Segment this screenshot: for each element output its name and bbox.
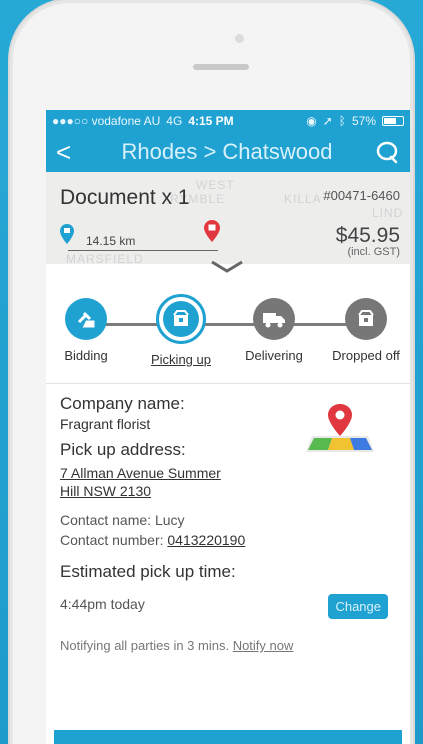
battery-icon: [382, 116, 404, 126]
notify-text: Notifying all parties in 3 mins.: [60, 638, 233, 653]
map-label: MARSFIELD: [66, 252, 144, 264]
contact-number-label: Contact number:: [60, 532, 168, 548]
dropoff-pin-icon: [204, 220, 220, 242]
camera-icon: [235, 34, 244, 43]
contact-number-row: Contact number: 0413220190: [60, 530, 396, 550]
step-picking-up[interactable]: Picking up: [136, 294, 226, 367]
nav-bar: < Rhodes > Chatswood: [46, 132, 410, 172]
clock: 4:15 PM: [188, 114, 234, 128]
notify-message: Notifying all parties in 3 mins. Notify …: [60, 638, 396, 653]
location-icon: ◉: [306, 114, 317, 128]
step-label: Delivering: [245, 348, 303, 363]
route-map[interactable]: WEST RYMBLE KILLA LIND MARSFIELD Documen…: [46, 172, 410, 264]
step-delivering[interactable]: Delivering: [229, 298, 319, 363]
network-label: 4G: [166, 114, 183, 128]
order-number: #00471-6460: [323, 188, 400, 203]
distance-label: 14.15 km: [86, 234, 136, 248]
bottom-notch: [216, 708, 260, 730]
speaker-grille: [193, 64, 249, 70]
pickup-time-row: 4:44pm today Change: [60, 594, 396, 622]
chevron-down-icon[interactable]: [210, 260, 244, 274]
arrow-icon: ➚: [322, 114, 333, 128]
notify-now-link[interactable]: Notify now: [233, 638, 294, 653]
step-label: Dropped off: [332, 348, 400, 363]
box-icon: [156, 294, 206, 344]
carrier-label: ●●●○○ vodafone AU: [52, 114, 161, 128]
pickup-time: 4:44pm today: [60, 596, 145, 612]
price-note: (incl. GST): [347, 246, 400, 258]
step-bidding[interactable]: Bidding: [46, 298, 131, 363]
status-bar: ●●●○○ vodafone AU 4G 4:15 PM ◉ ➚ ᛒ 57%: [46, 110, 410, 132]
order-title: Document x 1: [60, 186, 190, 209]
page-title: Rhodes > Chatswood: [121, 139, 333, 164]
change-button[interactable]: Change: [328, 594, 388, 619]
bluetooth-icon: ᛒ: [338, 114, 346, 128]
back-button[interactable]: <: [56, 137, 80, 168]
pickup-time-heading: Estimated pick up time:: [60, 562, 236, 581]
step-label: Picking up: [151, 352, 211, 367]
contact-name: Contact name: Lucy: [60, 512, 185, 528]
contact-number-link[interactable]: 0413220190: [167, 532, 245, 548]
map-label: KILLA: [284, 192, 322, 206]
delivery-progress: Bidding Picking up Delivering Dropped of…: [46, 260, 410, 384]
pickup-pin-icon: [60, 224, 74, 244]
phone-frame: ●●●○○ vodafone AU 4G 4:15 PM ◉ ➚ ᛒ 57% <…: [10, 0, 413, 744]
step-label: Bidding: [64, 348, 108, 363]
truck-icon: [253, 298, 295, 340]
address-link-line2[interactable]: Hill NSW 2130: [60, 482, 396, 500]
gavel-icon: [65, 298, 107, 340]
step-dropped-off[interactable]: Dropped off: [321, 298, 410, 363]
route-line: [68, 250, 218, 251]
package-icon: [345, 298, 387, 340]
map-label: LIND: [372, 206, 404, 220]
pickup-details: Company name: Fragrant florist Pick up a…: [46, 384, 410, 663]
map-location-icon[interactable]: [304, 402, 374, 452]
bottom-action-bar[interactable]: [54, 730, 402, 744]
battery-percent: 57%: [351, 114, 376, 128]
chat-icon[interactable]: [374, 140, 400, 164]
app-screen: ●●●○○ vodafone AU 4G 4:15 PM ◉ ➚ ᛒ 57% <…: [46, 110, 410, 744]
price: $45.95: [335, 224, 400, 247]
map-label: WEST: [196, 178, 235, 192]
address-link-line1[interactable]: 7 Allman Avenue Summer: [60, 464, 396, 482]
